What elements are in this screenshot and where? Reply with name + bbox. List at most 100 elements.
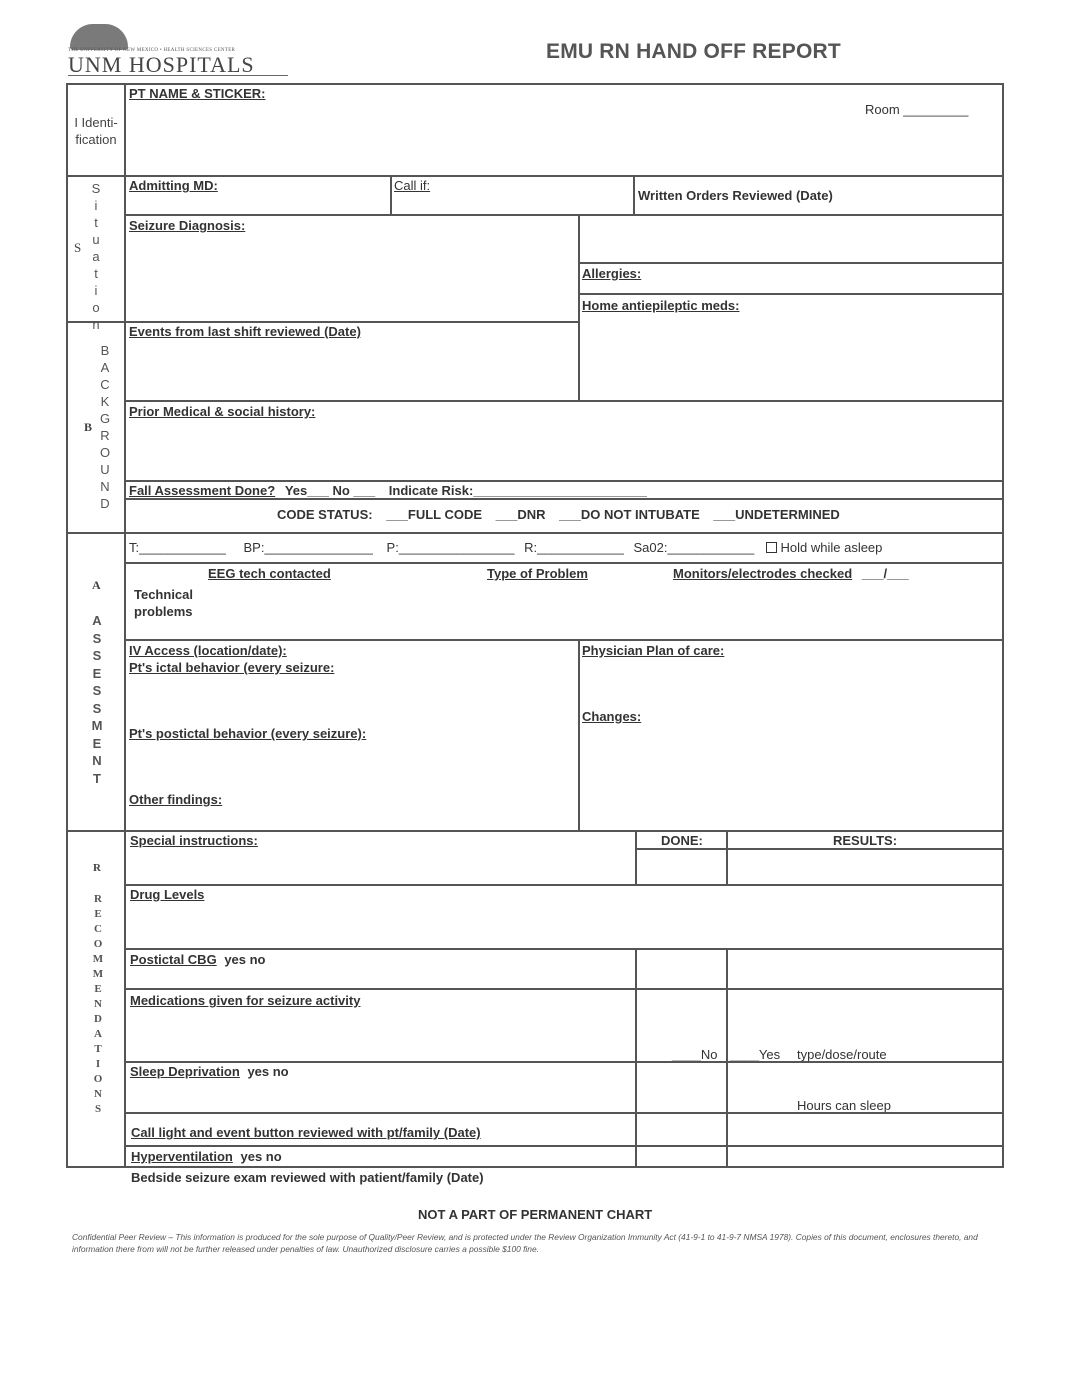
technical-problems-line-2: problems <box>134 604 193 619</box>
seizure-diagnosis-label: Seizure Diagnosis: <box>129 218 246 233</box>
divider <box>124 988 1004 990</box>
eeg-tech-label: EEG tech contacted <box>208 566 331 581</box>
vertical-letter: M <box>92 968 104 980</box>
divider <box>633 175 635 215</box>
vertical-letter: S <box>94 1103 102 1115</box>
vertical-letter: N <box>94 1088 102 1100</box>
hyperventilation-yes-no[interactable]: yes no <box>240 1149 281 1164</box>
divider <box>66 175 1004 177</box>
med-type-label: type/dose/route <box>797 1047 887 1062</box>
code-status-label: CODE STATUS: <box>277 507 373 522</box>
fall-assessment-label: Fall Assessment Done? <box>129 483 276 498</box>
divider <box>124 1145 1004 1147</box>
footer-title: NOT A PART OF PERMANENT CHART <box>418 1207 653 1222</box>
med-yes-option[interactable]: ____Yes <box>730 1047 780 1062</box>
other-findings-label: Other findings: <box>129 792 223 807</box>
hold-while-asleep-label: Hold while asleep <box>780 540 883 555</box>
code-status-row: CODE STATUS: ___FULL CODE ___DNR ___DO N… <box>277 507 840 522</box>
vertical-letter: A <box>94 1028 102 1040</box>
divider <box>635 830 637 886</box>
identification-label: I Identi-fication <box>74 115 118 147</box>
recommendations-letter: R <box>93 862 101 874</box>
call-light-label: Call light and event button reviewed wit… <box>131 1125 481 1140</box>
fall-options[interactable]: Yes___ No ___ <box>285 483 375 498</box>
code-status-dnr[interactable]: ___DNR <box>496 507 546 522</box>
checkbox-icon[interactable] <box>765 542 777 553</box>
vertical-letter: R <box>100 428 110 443</box>
events-last-shift-label: Events from last shift reviewed (Date) <box>129 324 361 339</box>
fall-assessment-row: Fall Assessment Done? Yes___ No ___ Indi… <box>129 483 647 498</box>
sleep-deprivation-label: Sleep Deprivation <box>130 1064 240 1079</box>
type-of-problem-label: Type of Problem <box>487 566 588 581</box>
divider <box>124 214 1004 216</box>
divider <box>635 848 1004 850</box>
code-status-undetermined[interactable]: ___UNDETERMINED <box>713 507 839 522</box>
postictal-cbg-yes-no[interactable]: yes no <box>224 952 265 967</box>
vertical-letter: A <box>92 613 102 628</box>
divider <box>124 562 1004 564</box>
written-orders-label: Written Orders Reviewed (Date) <box>638 188 833 203</box>
code-status-dni[interactable]: ___DO NOT INTUBATE <box>559 507 700 522</box>
technical-problems-label: Technical problems <box>134 586 193 620</box>
frame-top <box>66 83 1004 85</box>
medications-given-label: Medications given for seizure activity <box>130 993 361 1008</box>
vertical-letter: i <box>94 198 98 213</box>
vertical-letter: A <box>100 360 110 375</box>
recommendations-vertical-label: RECOMMENDATIONS <box>90 892 106 1117</box>
vertical-letter: n <box>92 317 100 332</box>
vertical-letter: E <box>92 735 102 751</box>
med-no-option[interactable]: ____No <box>672 1047 718 1062</box>
divider <box>124 884 1004 886</box>
call-if-label: Call if: <box>394 178 431 193</box>
vertical-letter: T <box>93 770 101 786</box>
vertical-letter: M <box>91 718 103 733</box>
divider <box>66 830 1004 832</box>
vertical-letter: N <box>100 479 110 494</box>
vertical-letter: E <box>92 665 102 681</box>
done-header: DONE: <box>661 833 703 848</box>
frame-right <box>1002 83 1004 1168</box>
vertical-letter: u <box>92 232 100 247</box>
vertical-letter: G <box>99 411 111 426</box>
vital-temp[interactable]: T:____________ <box>129 540 226 555</box>
vertical-letter: t <box>94 266 98 281</box>
vertical-letter: C <box>94 923 102 935</box>
changes-label: Changes: <box>582 709 642 724</box>
divider <box>578 262 1004 264</box>
divider <box>124 639 1004 641</box>
frame-left <box>66 83 68 1168</box>
monitors-checked-field[interactable]: ___/___ <box>862 566 909 581</box>
bedside-exam-label: Bedside seizure exam reviewed with patie… <box>131 1170 484 1185</box>
postictal-behavior-label: Pt's postictal behavior (every seizure): <box>129 726 367 741</box>
vertical-letter: E <box>94 983 102 995</box>
vertical-letter: S <box>91 181 101 196</box>
code-status-full-code[interactable]: ___FULL CODE <box>386 507 482 522</box>
assessment-letter: A <box>92 578 101 592</box>
hold-while-asleep-checkbox[interactable]: Hold while asleep <box>765 540 883 555</box>
allergies-label: Allergies: <box>582 266 642 281</box>
pt-name-label: PT NAME & STICKER: <box>129 86 266 101</box>
home-meds-label: Home antiepileptic meds: <box>582 298 740 313</box>
iv-access-label: IV Access (location/date): <box>129 643 287 658</box>
physician-plan-label: Physician Plan of care: <box>582 643 725 658</box>
room-field[interactable]: Room _________ <box>865 102 968 117</box>
postictal-cbg-row: Postictal CBG yes no <box>130 952 266 967</box>
vital-resp[interactable]: R:____________ <box>524 540 624 555</box>
vertical-letter: S <box>92 630 102 646</box>
vertical-letter: a <box>92 249 100 264</box>
prior-history-label: Prior Medical & social history: <box>129 404 316 419</box>
vital-bp[interactable]: BP:_______________ <box>244 540 373 555</box>
vertical-letter: B <box>100 343 110 358</box>
vertical-letter: S <box>92 683 102 698</box>
results-header: RESULTS: <box>833 833 898 848</box>
divider <box>124 480 1004 482</box>
divider <box>124 400 1004 402</box>
hyperventilation-row: Hyperventilation yes no <box>131 1149 282 1164</box>
sleep-deprivation-yes-no[interactable]: yes no <box>247 1064 288 1079</box>
vital-sao2[interactable]: Sa02:____________ <box>634 540 755 555</box>
assessment-vertical-label: ASSESSMENT <box>89 612 105 787</box>
logo-rule <box>68 75 288 76</box>
indicate-risk-field[interactable]: Indicate Risk:________________________ <box>389 483 647 498</box>
vertical-letter: S <box>92 700 102 716</box>
vital-pulse[interactable]: P:________________ <box>387 540 515 555</box>
